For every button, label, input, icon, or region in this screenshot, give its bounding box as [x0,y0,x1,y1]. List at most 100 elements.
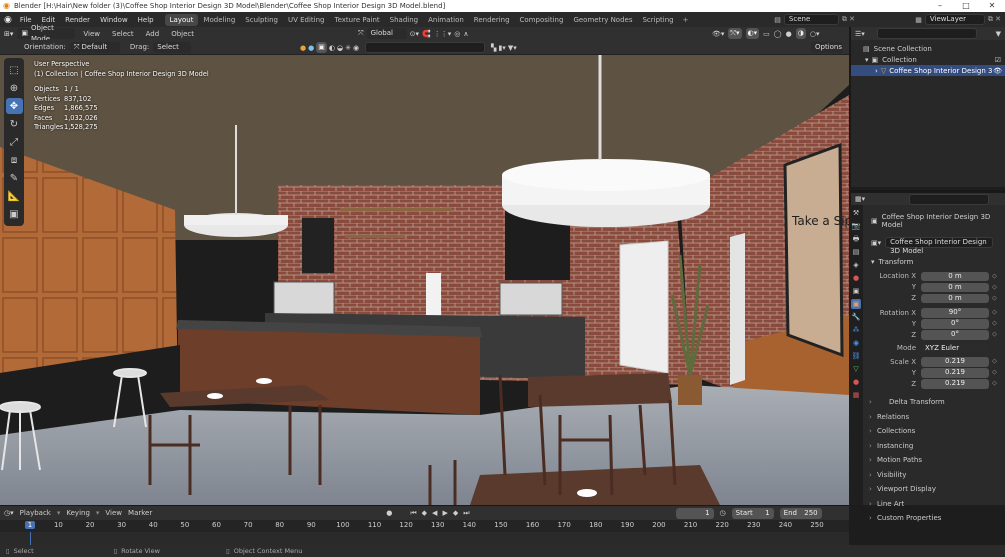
orientation-dropdown[interactable]: ⤧ Default [69,41,120,53]
panel-relations[interactable]: Relations [851,410,1005,425]
playback-menu[interactable]: Playback [20,509,51,517]
transform-value-field[interactable]: 0° [921,319,989,329]
viewlayer-browse-icon[interactable]: ⧉ ✕ [988,15,1001,24]
tab-layout[interactable]: Layout [164,13,199,26]
wireframe-shading-icon[interactable]: ◯ [774,30,782,38]
keyframe-icon[interactable]: ⬦ [992,272,997,281]
material-shading-icon[interactable]: ◑ [795,28,806,39]
panel-collections[interactable]: Collections [851,424,1005,439]
transform-header[interactable]: ▾ Transform [851,256,1005,268]
overlay-toggle-icon[interactable]: ◐▾ [745,28,760,39]
panel-line-art[interactable]: Line Art [851,497,1005,512]
play-icon[interactable]: ▶ [442,509,447,517]
play-reverse-icon[interactable]: ◀ [432,509,437,517]
tab-sculpting[interactable]: Sculpting [240,14,283,26]
timeline-view-menu[interactable]: View [105,509,122,517]
visibility-icon[interactable]: 👁▾ [712,30,724,38]
outliner-row-collection[interactable]: ▾ ▣ Collection ☑ [851,54,1005,65]
add-menu[interactable]: Add [142,30,164,38]
transform-tool-icon[interactable]: ⧈ [6,152,23,168]
object-filter-icon[interactable]: ● [308,44,314,52]
transform-value-field[interactable]: 0.219 [921,379,989,389]
clock-icon[interactable]: ◷ [720,509,726,517]
keyframe-icon[interactable]: ⬦ [992,308,997,317]
view-layer-tab-icon[interactable]: ▤ [851,247,861,257]
solid-shading-icon[interactable]: ● [786,30,792,38]
eye-icon[interactable]: 👁 [993,67,1002,75]
falloff-icon[interactable]: ∧ [463,30,468,38]
world-tab-icon[interactable]: ● [851,273,861,283]
move-tool-icon[interactable]: ✥ [5,98,23,114]
properties-editor-icon[interactable]: ▦▾ [855,195,865,203]
keyframe-icon[interactable]: ⬦ [992,330,997,339]
view-menu[interactable]: View [79,30,104,38]
marker-menu[interactable]: Marker [128,509,152,517]
close-icon[interactable]: ✕ [979,0,1005,12]
texture-tab-icon[interactable]: ▦ [851,390,861,400]
scene-tab-icon[interactable]: ◈ [851,260,861,270]
snap-icon[interactable]: 🧲 [422,30,431,38]
modifier-tab-icon[interactable]: 🔧 [851,312,861,322]
start-frame-field[interactable]: Start 1 [731,507,774,519]
particles-tab-icon[interactable]: ⁂ [851,325,861,335]
panel-visibility[interactable]: Visibility [851,468,1005,483]
add-workspace-icon[interactable]: + [679,16,693,24]
tab-scripting[interactable]: Scripting [637,14,678,26]
rotation-mode-dropdown[interactable]: XYZ Euler [921,343,989,353]
material-tab-icon[interactable]: ● [851,377,861,387]
measure-tool-icon[interactable]: 📐 [6,188,23,204]
blender-menu-icon[interactable]: ◉ [4,15,12,25]
keyframe-icon[interactable]: ⬦ [992,368,997,377]
physics-tab-icon[interactable]: ◉ [851,338,861,348]
transform-value-field[interactable]: 90° [921,308,989,318]
tool-tab-icon[interactable]: ⚒ [851,208,861,218]
pivot-icon[interactable]: ⊙▾ [410,30,419,38]
tab-compositing[interactable]: Compositing [515,14,569,26]
scene-selector[interactable]: ▤ Scene ⧉ ✕ [774,14,855,25]
viewport-search-input[interactable] [365,42,486,53]
maximize-icon[interactable]: □ [953,0,979,12]
keyframe-icon[interactable]: ⬦ [992,379,997,388]
tab-shading[interactable]: Shading [385,14,423,26]
panel-instancing[interactable]: Instancing [851,439,1005,454]
filter-light-icon[interactable]: ◒ [337,44,343,52]
drag-dropdown[interactable]: Select Box [153,41,192,62]
proportional-edit-icon[interactable]: ◎ [454,30,460,38]
expand-arrow-icon[interactable]: › [875,67,878,75]
constraints-tab-icon[interactable]: ⛓ [851,351,861,361]
panel-viewport-display[interactable]: Viewport Display [851,482,1005,497]
snap-target-icon[interactable]: ⋮⋮▾ [434,30,452,38]
current-frame-field[interactable]: 1 [675,507,714,519]
tab-rendering[interactable]: Rendering [469,14,515,26]
transform-value-field[interactable]: 0.219 [921,357,989,367]
expand-arrow-icon[interactable]: ▾ [865,56,869,64]
keying-menu[interactable]: Keying [66,509,90,517]
filter-other-icon[interactable]: ◉ [353,44,359,52]
object-name-field[interactable]: Coffee Shop Interior Design 3D Model [885,237,994,255]
transform-value-field[interactable]: 0 m [921,293,989,303]
keyframe-icon[interactable]: ⬦ [992,294,997,303]
transform-orientation-dropdown[interactable]: Global [366,28,407,39]
object-tab-icon[interactable]: ▣ [851,299,861,309]
gizmo-toggle-icon[interactable]: ⤲▾ [728,28,742,39]
record-icon[interactable]: ● [386,509,392,517]
next-keyframe-icon[interactable]: ◆ [453,509,458,517]
object-menu[interactable]: Object [167,30,198,38]
panel-motion-paths[interactable]: Motion Paths [851,453,1005,468]
outliner-row-object[interactable]: › ▽ Coffee Shop Interior Design 3D Mod 👁 [851,65,1005,76]
outliner-row-scene-collection[interactable]: ▤ Scene Collection [851,43,1005,54]
tab-modeling[interactable]: Modeling [198,14,240,26]
bookmark-icon[interactable]: ▮▾ [498,44,505,52]
outliner-search-input[interactable] [876,28,977,39]
filter-icon[interactable]: ▼▾ [508,44,517,52]
tab-animation[interactable]: Animation [423,14,469,26]
editor-type-icon[interactable]: ⊞▾ [4,30,13,38]
data-tab-icon[interactable]: ▽ [851,364,861,374]
end-frame-field[interactable]: End 250 [779,507,822,519]
collection-tab-icon[interactable]: ▣ [851,286,861,296]
playhead[interactable] [30,532,31,546]
properties-search-input[interactable] [909,193,990,205]
panel-delta-transform[interactable]: Delta Transform [851,395,1005,410]
mode-dropdown[interactable]: ▣ Object Mode [17,24,76,43]
color-pick-icon[interactable]: ● [300,44,306,52]
